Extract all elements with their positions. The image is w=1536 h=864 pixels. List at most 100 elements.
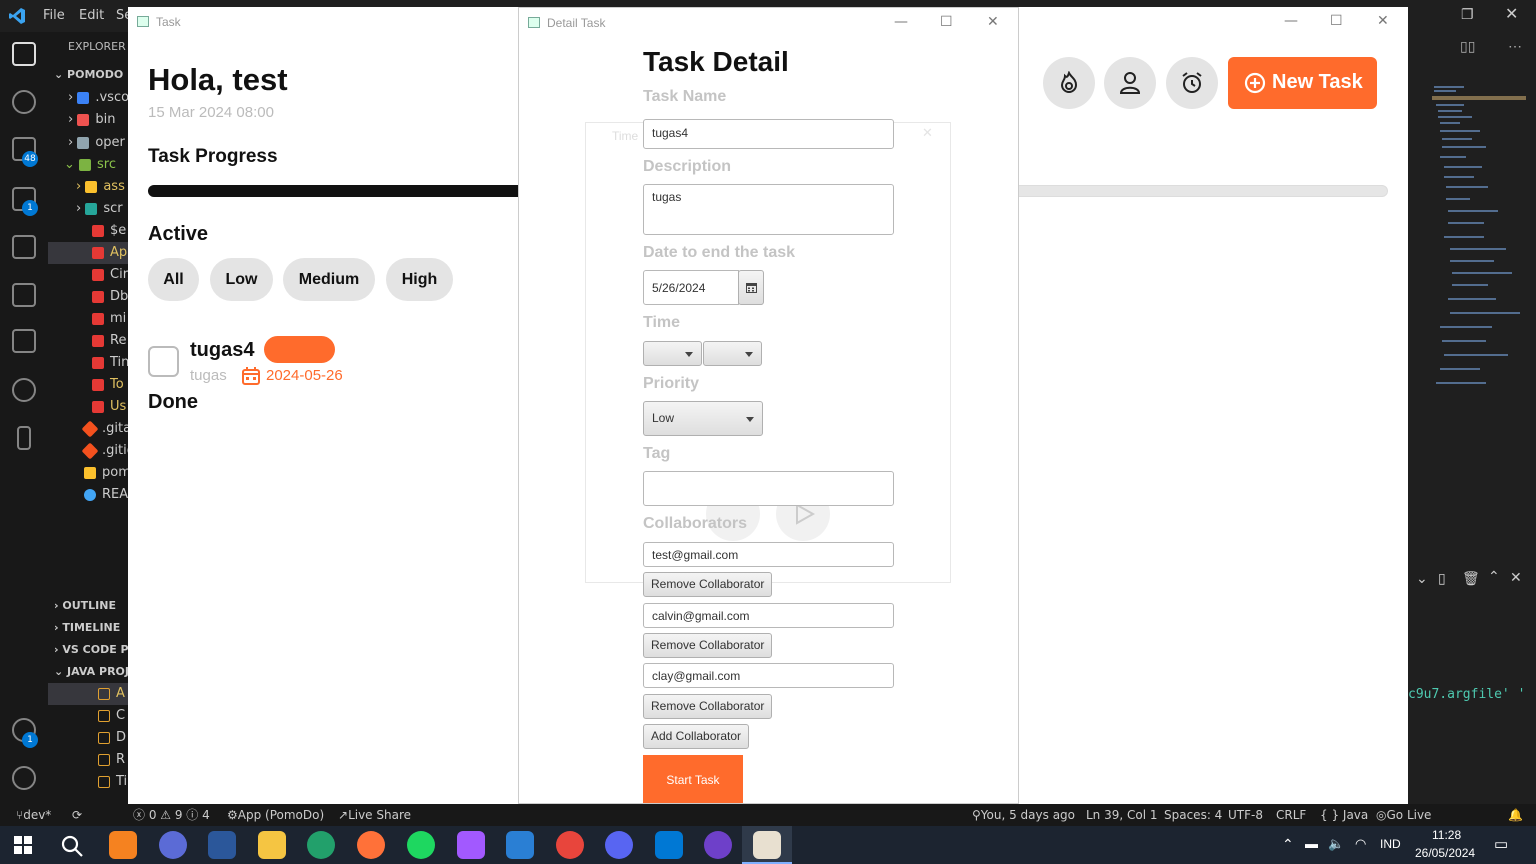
restore-icon[interactable]: ❐ (1461, 6, 1474, 23)
git-blame[interactable]: ⚲ You, 5 days ago (972, 804, 1075, 826)
minute-select[interactable] (703, 341, 762, 366)
java-project-item[interactable]: R (98, 749, 125, 771)
start-task-button[interactable]: Start Task (643, 755, 743, 803)
notifications-bell-icon[interactable]: 🔔 (1508, 804, 1523, 826)
section-outline[interactable]: › OUTLINE (54, 595, 116, 617)
live-share-status[interactable]: ↗ Live Share (338, 804, 411, 826)
close-icon[interactable]: ✕ (1377, 13, 1389, 29)
language-mode[interactable]: { } Java (1320, 804, 1368, 826)
java-taskbar-active[interactable] (742, 826, 792, 864)
tree-item[interactable]: REA (84, 484, 128, 506)
tree-item[interactable]: › oper (68, 132, 125, 154)
detail-window-titlebar[interactable]: Detail Task — ☐ ✕ (519, 8, 1018, 38)
tree-item[interactable]: $e (92, 220, 126, 242)
project-folder[interactable]: ⌄ POMODO (54, 64, 123, 86)
close-icon[interactable]: ✕ (1505, 4, 1518, 24)
maximize-icon[interactable]: ☐ (940, 14, 953, 30)
volume-icon[interactable]: 🔈 (1328, 836, 1344, 852)
chrome-icon[interactable] (556, 831, 584, 859)
tree-item[interactable]: › bin (68, 109, 115, 131)
mail-icon[interactable] (506, 831, 534, 859)
remove-collaborator-button[interactable]: Remove Collaborator (643, 572, 773, 597)
section-vscode-pets[interactable]: › VS CODE PE (54, 639, 128, 661)
maximize-panel-icon[interactable]: ⌃ (1488, 568, 1500, 585)
split-terminal-icon[interactable]: ▯ (1438, 570, 1446, 587)
discord-icon[interactable] (605, 831, 633, 859)
sync-icon[interactable]: ⟳ (72, 804, 82, 826)
live-share-icon[interactable] (12, 329, 36, 353)
collaborator-input[interactable]: calvin@gmail.com (643, 603, 894, 628)
tree-item[interactable]: Re (92, 330, 126, 352)
battery-icon[interactable]: ▬ (1305, 836, 1318, 851)
chevron-down-icon[interactable]: ⌄ (1416, 570, 1428, 587)
tree-item[interactable]: › .vsco (68, 87, 128, 109)
java-project-item[interactable]: A (48, 683, 128, 705)
filter-high-chip[interactable]: High (386, 258, 453, 301)
collaborator-input[interactable]: clay@gmail.com (643, 663, 894, 688)
encoding[interactable]: UTF-8 (1228, 804, 1263, 826)
run-config[interactable]: ⚙ App (PomoDo) (227, 804, 324, 826)
collaborator-input[interactable]: test@gmail.com (643, 542, 894, 567)
task-name-input[interactable]: tugas4 (643, 119, 894, 149)
tree-item[interactable]: .gita (81, 418, 128, 440)
task-checkbox[interactable] (148, 346, 179, 377)
java-project-item[interactable]: D (98, 727, 126, 749)
tree-item[interactable]: .gitig (81, 440, 128, 462)
cursor-position[interactable]: Ln 39, Col 1 (1086, 804, 1158, 826)
input-language[interactable]: IND (1380, 837, 1401, 851)
tree-item[interactable]: › ass (76, 176, 125, 198)
add-collaborator-button[interactable]: Add Collaborator (643, 724, 750, 749)
trash-icon[interactable]: 🗑 (1462, 570, 1480, 587)
xampp-icon[interactable] (109, 831, 137, 859)
wifi-icon[interactable]: ◠ (1355, 836, 1366, 852)
tree-item[interactable]: Us (92, 396, 126, 418)
date-picker-button[interactable] (738, 270, 764, 305)
date-picker-input[interactable]: 5/26/2024 (643, 270, 739, 305)
power-automate-icon[interactable] (159, 831, 187, 859)
menu-file[interactable]: File (43, 8, 65, 23)
indentation[interactable]: Spaces: 4 (1164, 804, 1222, 826)
edge-icon[interactable] (307, 831, 335, 859)
close-icon[interactable]: ✕ (987, 14, 999, 30)
new-task-button[interactable]: New Task (1228, 57, 1377, 109)
settings-gear-icon[interactable] (12, 766, 36, 790)
minimize-icon[interactable]: — (1284, 13, 1298, 29)
github-desktop-icon[interactable] (704, 831, 732, 859)
word-icon[interactable] (208, 831, 236, 859)
figma-icon[interactable] (457, 831, 485, 859)
spotify-icon[interactable] (407, 831, 435, 859)
testing-icon[interactable] (12, 283, 36, 307)
search-icon[interactable] (60, 834, 84, 858)
tray-chevron-icon[interactable]: ⌃ (1282, 836, 1294, 853)
tag-input[interactable] (643, 471, 894, 506)
clock-date[interactable]: 26/05/2024 (1415, 846, 1475, 860)
device-icon[interactable] (17, 426, 31, 450)
file-explorer-icon[interactable] (258, 831, 286, 859)
filter-low-chip[interactable]: Low (210, 258, 273, 301)
more-actions-icon[interactable]: ⋯ (1508, 38, 1522, 55)
tree-item[interactable]: Cir (92, 264, 128, 286)
branch-indicator[interactable]: ⑂ dev* (16, 804, 51, 826)
tree-item-selected[interactable]: Ap (48, 242, 128, 264)
priority-select[interactable]: Low (643, 401, 763, 436)
hour-select[interactable] (643, 341, 702, 366)
problems-indicator[interactable]: ⓧ 0 ⚠ 9 ⓘ 4 (133, 804, 210, 826)
minimize-icon[interactable]: — (894, 14, 908, 30)
extensions-icon[interactable] (12, 235, 36, 259)
task-name[interactable]: tugas4 (190, 339, 254, 362)
alarm-button[interactable] (1166, 57, 1218, 109)
tree-item[interactable]: ⌄ src (64, 154, 116, 176)
clock-time[interactable]: 11:28 (1432, 828, 1461, 842)
description-textarea[interactable]: tugas (643, 184, 894, 235)
remove-collaborator-button[interactable]: Remove Collaborator (643, 633, 773, 658)
windows-start-icon[interactable] (14, 836, 32, 854)
tree-item[interactable]: Db (92, 286, 128, 308)
minimap[interactable] (1430, 86, 1526, 396)
filter-medium-chip[interactable]: Medium (283, 258, 375, 301)
maximize-icon[interactable]: ☐ (1330, 13, 1343, 29)
firefox-icon[interactable] (357, 831, 385, 859)
remove-collaborator-button[interactable]: Remove Collaborator (643, 694, 773, 719)
explorer-icon[interactable] (12, 42, 36, 66)
split-editor-icon[interactable]: ▯▯ (1460, 38, 1475, 55)
notifications-icon[interactable]: ▭ (1494, 835, 1508, 853)
